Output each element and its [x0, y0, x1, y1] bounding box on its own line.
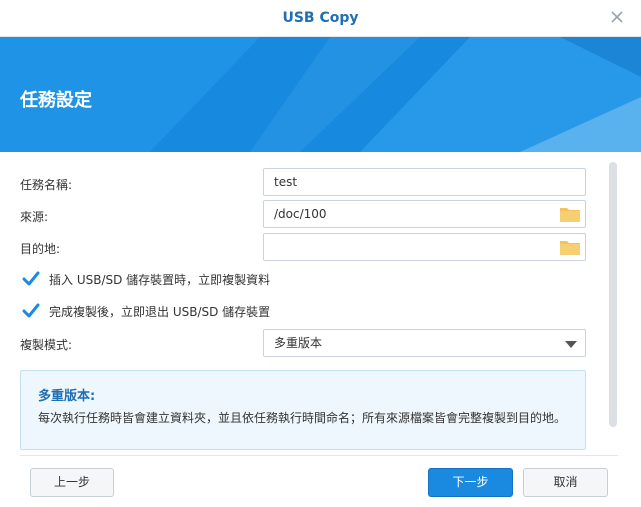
checkbox-checked-icon [22, 271, 40, 286]
copy-mode-select[interactable]: 多重版本 [263, 329, 586, 357]
info-title: 多重版本: [38, 389, 96, 404]
copy-mode-label: 複製模式: [20, 338, 73, 352]
auto-eject-label: 完成複製後，立即退出 USB/SD 儲存裝置 [49, 304, 271, 319]
footer-divider [20, 455, 618, 456]
header-banner: 任務設定 [0, 37, 641, 152]
cancel-button[interactable]: 取消 [523, 468, 608, 497]
copy-mode-value: 多重版本 [274, 336, 323, 350]
source-label: 來源: [20, 210, 49, 224]
next-button[interactable]: 下一步 [428, 468, 513, 497]
back-button[interactable]: 上一步 [30, 468, 114, 497]
task-name-value: test [274, 175, 298, 189]
folder-icon[interactable] [559, 205, 581, 223]
destination-input[interactable] [263, 233, 586, 261]
info-text: 每次執行任務時皆會建立資料夾，並且依任務執行時間命名；所有來源檔案皆會完整複製到… [38, 411, 567, 425]
task-name-label: 任務名稱: [20, 178, 73, 192]
info-box: 多重版本: 每次執行任務時皆會建立資料夾，並且依任務執行時間命名；所有來源檔案皆… [20, 370, 586, 450]
auto-copy-label: 插入 USB/SD 儲存裝置時，立即複製資料 [49, 272, 271, 287]
auto-copy-checkbox[interactable]: 插入 USB/SD 儲存裝置時，立即複製資料 [22, 270, 270, 288]
banner-background [0, 37, 641, 152]
chevron-down-icon [565, 341, 577, 348]
task-name-input[interactable]: test [263, 168, 586, 196]
folder-icon[interactable] [559, 238, 581, 256]
form-panel: 任務名稱: test 來源: /doc/100 目的地: 插入 USB/SD 儲… [0, 152, 641, 452]
title-bar: USB Copy [0, 0, 641, 37]
window-title: USB Copy [282, 10, 359, 26]
destination-label: 目的地: [20, 242, 61, 256]
page-heading: 任務設定 [20, 90, 92, 111]
checkbox-checked-icon [22, 303, 40, 318]
close-icon[interactable] [609, 9, 625, 25]
source-value: /doc/100 [274, 207, 327, 221]
auto-eject-checkbox[interactable]: 完成複製後，立即退出 USB/SD 儲存裝置 [22, 302, 270, 320]
scrollbar[interactable] [609, 162, 617, 427]
source-input[interactable]: /doc/100 [263, 200, 586, 228]
